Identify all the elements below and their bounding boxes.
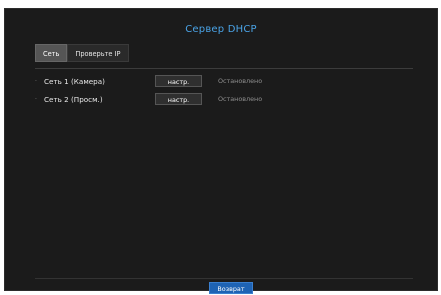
network-1-label: Сеть 1 (Камера) <box>44 76 105 86</box>
back-button[interactable]: Возврат <box>209 282 253 294</box>
network-2-status: Остановлено <box>218 95 263 103</box>
footer-divider <box>35 278 413 279</box>
bullet-icon: · <box>35 95 37 103</box>
network-1-setup-button[interactable]: настр. <box>155 75 202 87</box>
network-row-1: · Сеть 1 (Камера) настр. Остановлено <box>35 75 262 87</box>
network-2-label: Сеть 2 (Просм.) <box>44 94 103 104</box>
network-row-2: · Сеть 2 (Просм.) настр. Остановлено <box>35 93 262 105</box>
tab-network[interactable]: Сеть <box>35 44 68 62</box>
tab-check-ip[interactable]: Проверьте IP <box>67 44 129 62</box>
tab-divider <box>35 68 413 69</box>
network-1-status: Остановлено <box>218 77 263 85</box>
bullet-icon: · <box>35 77 37 85</box>
page-title: Сервер DHCP <box>185 24 257 35</box>
tab-bar: Сеть Проверьте IP <box>35 44 129 62</box>
dhcp-server-screen: Сервер DHCP Сеть Проверьте IP · Сеть 1 (… <box>4 8 438 294</box>
network-2-setup-button[interactable]: настр. <box>155 93 202 105</box>
